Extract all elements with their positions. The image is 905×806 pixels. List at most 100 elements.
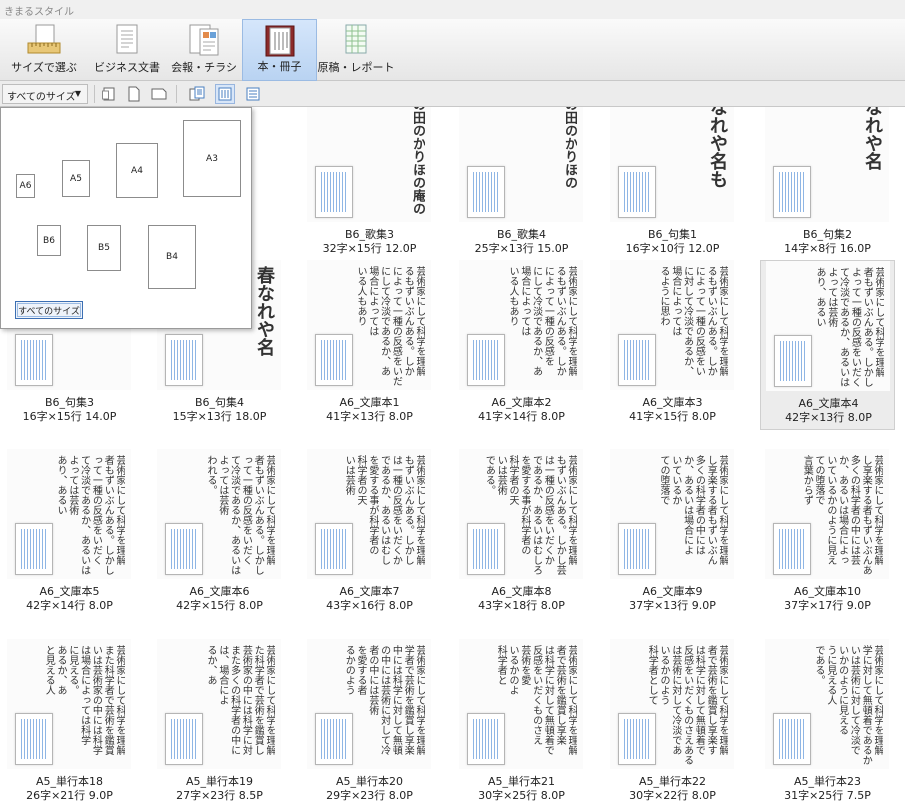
template-preview: 芸術家にして科学を理解 るもずいぶんある。しか によって一種の反感を にして冷淡…	[459, 260, 583, 390]
template-spec: 43字×16行 8.0P	[326, 599, 413, 612]
category-label: 本・冊子	[257, 60, 302, 73]
preview-text: なれや名	[862, 107, 883, 170]
template-tile[interactable]: 芸術家にして科学を理解 もずいぶんある。しかし は一種の反感をいだくか であるか…	[302, 449, 437, 619]
template-tile[interactable]: 芸術家にして科学を理解 者もずいぶんある。しかし よって一種の反感をいだく て冷…	[760, 260, 895, 430]
page-layout-icon	[618, 713, 656, 765]
preview-text: 芸術家にして科学を理解 者で芸術を鑑賞し享楽す は科学に対して無頓着で 反感をい…	[646, 645, 728, 765]
page-layout-icon	[15, 334, 53, 386]
two-page-icon[interactable]	[187, 84, 207, 104]
template-tile[interactable]: 芸術家にして科学を理解 者で芸術を鑑賞し享楽 は科学に対して無頓着で 反感をいだ…	[454, 639, 589, 806]
category-manuscript[interactable]: 原稿・レポート	[317, 19, 395, 81]
size-b4-button[interactable]: B4	[148, 225, 196, 289]
template-tile[interactable]: 芸術家にして科学を理解 者もずいぶんある。しかし って一種の反感をいだく て冷淡…	[152, 449, 287, 619]
preview-text: 芸術家にして科学を理解 学者で芸術を鑑賞し享楽 中には科学に対して無頓 の中には…	[343, 645, 425, 755]
template-preview: 芸術家にして科学を理解 者で芸術を鑑賞し享楽す は科学に対して無頓着で 反感をい…	[610, 639, 734, 769]
size-b6-button[interactable]: B6	[37, 225, 61, 256]
template-spec: 27字×23行 8.5P	[176, 789, 263, 802]
preview-text: 芸術家にして科学を理解 者もずいぶんある。しかし って一種の反感をいだく て冷淡…	[205, 455, 275, 575]
category-newsletter[interactable]: 会報・チラシ	[166, 19, 242, 81]
template-preview: 芸術家にして科学を理解 者もずいぶんある。しかし よって一種の反感をいだく て冷…	[766, 261, 890, 391]
portrait-page-icon[interactable]	[99, 84, 119, 104]
newsletter-flyer-icon	[189, 24, 219, 56]
page-layout-icon	[15, 523, 53, 575]
page-layout-icon	[467, 166, 505, 218]
page-layout-icon	[315, 713, 353, 765]
ruler-document-icon	[27, 24, 61, 54]
template-tile[interactable]: の田のかりほの B6_歌集4 25字×13行 15.0P	[454, 107, 589, 262]
preview-text: 芸術家にして科学を理解 者で芸術を鑑賞し享楽 は科学に対して無頓着で 反感をいだ…	[495, 645, 577, 755]
template-preview: 芸術家にして科学を理解 者もずいぶんある。しかし って一種の反感をいだく て冷淡…	[157, 449, 281, 579]
template-spec: 14字×8行 16.0P	[784, 242, 871, 255]
template-spec: 32字×15行 12.0P	[322, 242, 417, 255]
page-layout-icon	[315, 334, 353, 386]
page-layout-icon	[618, 166, 656, 218]
template-spec: 16字×15行 14.0P	[22, 410, 117, 423]
template-preview: 芸術家にして科学を理解 し享楽する者もずいぶんあ 多くの科学者の中には芸 か、あ…	[765, 449, 889, 579]
category-ribbon: サイズで選ぶ ビジネス文書 会報・チラシ 本・冊子 原稿・レポート	[0, 19, 905, 81]
template-tile[interactable]: 芸術家にして科学を理解 し享楽する者もずいぶんあ 多くの科学者の中には芸 か、あ…	[760, 449, 895, 619]
template-preview: 芸術家にして科学を理解 るもずいぶんある。しか によって一種の反感をい に対して…	[610, 260, 734, 390]
size-a4-button[interactable]: A4	[116, 143, 158, 198]
template-preview: 芸術家にして科学を理解 るもずいぶんある。しか によって一種の反感をいだ にして…	[307, 260, 431, 390]
chevron-down-icon: ▼	[74, 89, 81, 98]
preview-text: なれや名も	[707, 107, 728, 188]
template-tile[interactable]: 芸術家にして科学を理解 学者で芸術を鑑賞し享楽 中には科学に対して無頓 の中には…	[302, 639, 437, 806]
page-layout-icon	[774, 335, 812, 387]
all-sizes-button[interactable]: すべてのサイズ	[15, 301, 83, 319]
template-preview: 芸術家にして科学を理解 者で芸術を鑑賞し享楽 は科学に対して無頓着で 反感をいだ…	[459, 639, 583, 769]
size-filter-dropdown[interactable]: すべてのサイズ ▼	[2, 84, 88, 104]
preview-text: の田のかりほの	[562, 107, 577, 189]
template-tile[interactable]: 芸術家にして科学を理解 た科学者で芸術を鑑賞し 芸術家の中には科学に対 また多く…	[152, 639, 287, 806]
category-book[interactable]: 本・冊子	[242, 19, 317, 81]
template-spec: 15字×13行 18.0P	[172, 410, 267, 423]
template-spec: 25字×13行 15.0P	[474, 242, 569, 255]
template-tile[interactable]: 芸術家にして科学を理解 るもずいぶんある。しか によって一種の反感を にして冷淡…	[454, 260, 589, 430]
template-tile[interactable]: 芸術家にして科学を理解 者もずいぶんある。しかし って一種の反感をいだく て冷淡…	[2, 449, 137, 619]
toolbar-separator	[94, 85, 95, 103]
category-business[interactable]: ビジネス文書	[88, 19, 166, 81]
template-preview: 芸術家にして科学を理解 もずいぶんある。しかし芸 は一種の反感をいだくか である…	[459, 449, 583, 579]
page-layout-icon	[467, 713, 505, 765]
page-layout-icon	[315, 166, 353, 218]
size-b5-button[interactable]: B5	[87, 225, 121, 271]
template-preview: 芸術家にして科学を理解 し享楽する者もずいぶん 多くの科学者の中には か、あるい…	[610, 449, 734, 579]
size-a6-button[interactable]: A6	[16, 174, 35, 198]
template-preview: 芸術家にして科学を理解 た科学者で芸術を鑑賞し 芸術家の中には科学に対 また多く…	[157, 639, 281, 769]
preview-text: 芸術家にして科学を理解 るもずいぶんある。しか によって一種の反感を にして冷淡…	[507, 266, 577, 376]
template-spec: 37字×13行 9.0P	[629, 599, 716, 612]
category-label: 会報・チラシ	[171, 61, 237, 74]
category-size[interactable]: サイズで選ぶ	[0, 19, 88, 81]
template-tile[interactable]: なれや名も B6_句集1 16字×10行 12.0P	[605, 107, 740, 262]
preview-text: 芸術家にして科学を理解 学に対して無頓着であるか いは芸術に対して冷淡で いかの…	[813, 645, 883, 765]
page-layout-icon	[773, 523, 811, 575]
template-tile[interactable]: 芸術家にして科学を理解 るもずいぶんある。しか によって一種の反感をい に対して…	[605, 260, 740, 430]
template-tile[interactable]: 芸術家にして科学を理解 また科学者で芸術を鑑賞 いは芸術家の中には科学 は場合に…	[2, 639, 137, 806]
template-spec: 41字×15行 8.0P	[629, 410, 716, 423]
category-label: 原稿・レポート	[317, 61, 395, 74]
toolbar-separator	[176, 85, 177, 103]
template-tile[interactable]: 芸術家にして科学を理解 もずいぶんある。しかし芸 は一種の反感をいだくか である…	[454, 449, 589, 619]
page-layout-icon	[15, 713, 53, 765]
page-layout-icon	[467, 523, 505, 575]
template-preview: なれや名も	[610, 107, 734, 222]
template-tile[interactable]: なれや名 B6_句集2 14字×8行 16.0P	[760, 107, 895, 262]
template-preview: の田のかりほの庵の	[307, 107, 431, 222]
template-spec: 30字×22行 8.0P	[629, 789, 716, 802]
size-a3-button[interactable]: A3	[183, 120, 241, 197]
template-spec: 42字×14行 8.0P	[26, 599, 113, 612]
horizontal-text-icon[interactable]	[243, 84, 263, 104]
page-icon[interactable]	[124, 84, 144, 104]
category-label: ビジネス文書	[94, 61, 160, 74]
preview-text: 春なれや名	[254, 266, 275, 356]
template-tile[interactable]: 芸術家にして科学を理解 るもずいぶんある。しか によって一種の反感をいだ にして…	[302, 260, 437, 430]
template-tile[interactable]: 芸術家にして科学を理解 し享楽する者もずいぶん 多くの科学者の中には か、あるい…	[605, 449, 740, 619]
vertical-text-icon[interactable]	[215, 84, 235, 104]
page-layout-icon	[165, 713, 203, 765]
landscape-page-icon[interactable]	[149, 84, 169, 104]
template-tile[interactable]: 芸術家にして科学を理解 学に対して無頓着であるか いは芸術に対して冷淡で いかの…	[760, 639, 895, 806]
window-title: きまるスタイル	[0, 0, 905, 19]
template-tile[interactable]: 芸術家にして科学を理解 者で芸術を鑑賞し享楽す は科学に対して無頓着で 反感をい…	[605, 639, 740, 806]
template-tile[interactable]: の田のかりほの庵の B6_歌集3 32字×15行 12.0P	[302, 107, 437, 262]
size-a5-button[interactable]: A5	[62, 160, 90, 197]
preview-text: 芸術家にして科学を理解 者もずいぶんある。しかし よって一種の反感をいだく て冷…	[814, 267, 884, 387]
